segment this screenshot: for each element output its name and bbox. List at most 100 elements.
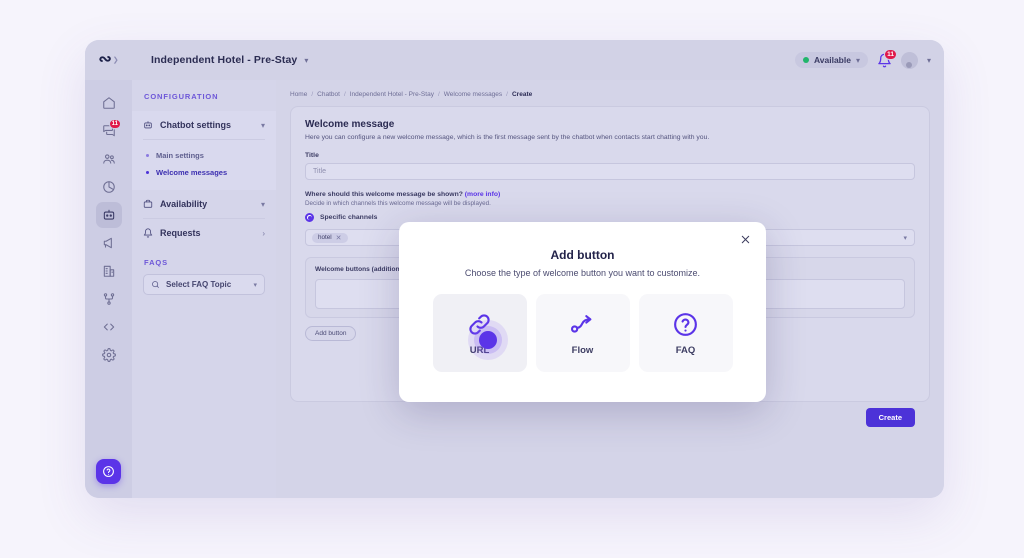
rail-item-campaigns[interactable] <box>96 230 122 256</box>
sidebar-item-requests[interactable]: Requests › <box>132 219 276 247</box>
breadcrumb-item-home[interactable]: Home <box>290 91 307 98</box>
logo-icon: ∾ <box>98 52 110 68</box>
sidebar-subitem-label: Main settings <box>156 151 204 160</box>
chatbot-settings-sublist: Main settings Welcome messages <box>132 140 276 190</box>
rail-item-conversations[interactable]: 11 <box>96 118 122 144</box>
availability-label: Available <box>814 55 851 65</box>
radio-label: Specific channels <box>320 214 377 221</box>
title-input-placeholder: Title <box>313 168 326 175</box>
channels-question-label: Where should this welcome message be sho… <box>305 191 915 198</box>
robot-icon <box>102 208 116 222</box>
faq-topic-select[interactable]: Select FAQ Topic ▾ <box>143 274 265 295</box>
rail-item-home[interactable] <box>96 90 122 116</box>
page-subtitle: Here you can configure a new welcome mes… <box>305 134 915 141</box>
sidebar-item-availability[interactable]: Availability ▾ <box>132 190 276 218</box>
availability-group: Availability ▾ Requests › <box>132 190 276 247</box>
help-button[interactable] <box>96 459 121 484</box>
sidebar-subitem-label: Welcome messages <box>156 168 227 177</box>
modal-subtitle: Choose the type of welcome button you wa… <box>465 268 700 278</box>
channels-question-text: Where should this welcome message be sho… <box>305 191 463 198</box>
button-type-options: URL Flow FAQ <box>433 294 733 372</box>
channel-tag-chip[interactable]: hotel ✕ <box>312 233 348 243</box>
create-button[interactable]: Create <box>866 408 915 427</box>
sidebar-item-main-settings[interactable]: Main settings <box>132 147 276 164</box>
icon-rail: 11 <box>85 80 132 498</box>
page-title: Welcome message <box>305 119 915 130</box>
sidebar-item-chatbot-settings[interactable]: Chatbot settings ▾ <box>132 111 276 139</box>
avatar[interactable] <box>901 52 918 69</box>
robot-icon <box>143 120 153 130</box>
notifications-button[interactable]: 11 <box>877 53 892 68</box>
chevron-down-icon: ▾ <box>304 56 308 65</box>
search-icon <box>151 280 160 289</box>
option-card-faq[interactable]: FAQ <box>639 294 733 372</box>
chevron-right-icon: › <box>262 229 265 238</box>
radio-button-specific-channels[interactable] <box>305 213 314 222</box>
bullet-icon <box>146 171 149 174</box>
bullet-icon <box>146 154 149 157</box>
chevron-down-icon: ▾ <box>903 234 907 242</box>
question-circle-icon <box>102 465 115 478</box>
card-footer: Create <box>866 407 915 427</box>
breadcrumb-separator: / <box>506 91 508 98</box>
add-button-pill[interactable]: Add button <box>305 326 356 341</box>
avatar-silhouette-icon <box>906 62 912 68</box>
breadcrumb: Home / Chatbot / Independent Hotel - Pre… <box>290 91 930 98</box>
project-name-label: Independent Hotel - Pre-Stay <box>151 54 297 66</box>
rail-item-contacts[interactable] <box>96 146 122 172</box>
option-card-url[interactable]: URL <box>433 294 527 372</box>
flow-icon <box>102 292 116 306</box>
breadcrumb-separator: / <box>311 91 313 98</box>
sidebar-section-title: CONFIGURATION <box>132 80 276 111</box>
chevron-down-icon[interactable]: ▾ <box>927 56 931 65</box>
breadcrumb-item-chatbot[interactable]: Chatbot <box>317 91 340 98</box>
remove-tag-icon[interactable]: ✕ <box>336 234 342 242</box>
notification-badge: 11 <box>884 49 897 60</box>
top-bar: ∾ ❯ Independent Hotel - Pre-Stay ▾ Avail… <box>85 40 944 80</box>
analytics-icon <box>102 180 116 194</box>
option-card-flow[interactable]: Flow <box>536 294 630 372</box>
megaphone-icon <box>102 236 116 250</box>
sidebar-item-welcome-messages[interactable]: Welcome messages <box>132 164 276 181</box>
app-window: ∾ ❯ Independent Hotel - Pre-Stay ▾ Avail… <box>85 40 944 498</box>
title-input[interactable]: Title <box>305 163 915 180</box>
sidebar-item-label: Availability <box>160 199 254 209</box>
breadcrumb-item-project[interactable]: Independent Hotel - Pre-Stay <box>350 91 434 98</box>
chevron-down-icon: ▾ <box>856 56 860 65</box>
availability-status-button[interactable]: Available ▾ <box>795 52 868 68</box>
modal-title: Add button <box>551 248 615 262</box>
rail-item-chatbot[interactable] <box>96 202 122 228</box>
option-card-label: Flow <box>572 345 594 356</box>
breadcrumb-separator: / <box>438 91 440 98</box>
chevron-down-icon: ▾ <box>261 200 265 209</box>
channels-radio-row[interactable]: Specific channels <box>305 213 915 222</box>
configuration-sidebar: CONFIGURATION Chatbot settings ▾ Main se… <box>132 80 276 498</box>
rail-item-developers[interactable] <box>96 314 122 340</box>
app-logo[interactable]: ∾ ❯ <box>85 40 132 80</box>
channels-question-desc: Decide in which channels this welcome me… <box>305 200 915 207</box>
rail-item-settings[interactable] <box>96 342 122 368</box>
sidebar-section-title-faqs: FAQS <box>132 247 276 274</box>
question-circle-icon <box>672 311 699 338</box>
sidebar-item-label: Chatbot settings <box>160 120 254 130</box>
chatbot-settings-group: Chatbot settings ▾ Main settings Welcome… <box>132 111 276 190</box>
faq-topic-select-label: Select FAQ Topic <box>166 280 247 289</box>
rail-badge-conversations: 11 <box>109 119 120 129</box>
breadcrumb-item-welcome-messages[interactable]: Welcome messages <box>444 91 502 98</box>
add-button-pill-label: Add button <box>315 330 346 337</box>
rail-item-flows[interactable] <box>96 286 122 312</box>
building-icon <box>102 264 116 278</box>
rail-item-properties[interactable] <box>96 258 122 284</box>
more-info-link[interactable]: (more info) <box>465 191 501 198</box>
project-selector[interactable]: Independent Hotel - Pre-Stay ▾ <box>151 54 308 66</box>
rail-item-analytics[interactable] <box>96 174 122 200</box>
breadcrumb-separator: / <box>344 91 346 98</box>
add-button-modal: Add button Choose the type of welcome bu… <box>399 222 766 402</box>
code-icon <box>102 320 116 334</box>
chevron-right-icon: ❯ <box>113 56 119 64</box>
bell-icon <box>143 228 153 238</box>
status-dot-icon <box>803 57 809 63</box>
chevron-down-icon: ▾ <box>261 121 265 130</box>
gear-icon <box>102 348 116 362</box>
modal-close-button[interactable] <box>738 232 753 247</box>
